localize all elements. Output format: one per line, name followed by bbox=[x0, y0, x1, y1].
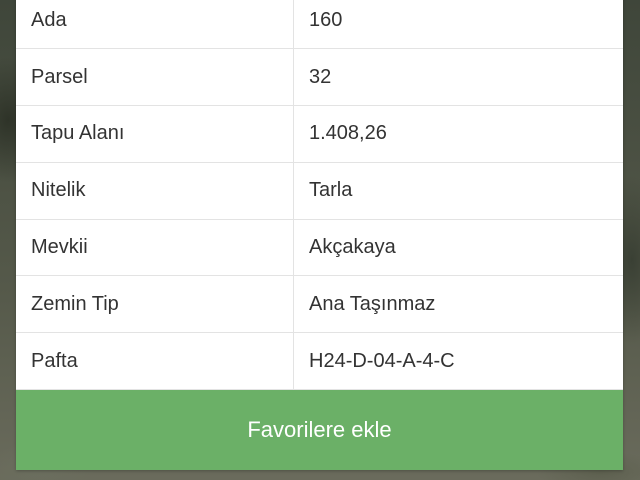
row-tapu-alani: Tapu Alanı 1.408,26 bbox=[16, 105, 623, 163]
row-mevkii: Mevkii Akçakaya bbox=[16, 219, 623, 277]
row-label: Nitelik bbox=[16, 162, 294, 220]
row-value: 1.408,26 bbox=[293, 105, 623, 163]
row-label: Parsel bbox=[16, 48, 294, 107]
add-to-favorites-button[interactable]: Favorilere ekle bbox=[16, 390, 623, 470]
row-parsel: Parsel 32 bbox=[16, 48, 623, 107]
row-nitelik: Nitelik Tarla bbox=[16, 162, 623, 220]
row-label: Zemin Tip bbox=[16, 275, 294, 334]
row-value: H24-D-04-A-4-C bbox=[293, 332, 623, 391]
row-ada: Ada 160 bbox=[16, 0, 623, 50]
row-pafta: Pafta H24-D-04-A-4-C bbox=[16, 332, 623, 391]
row-value: Ana Taşınmaz bbox=[293, 275, 623, 334]
row-value: 160 bbox=[293, 0, 623, 50]
parcel-info-table: Ada 160 Parsel 32 Tapu Alanı 1.408,26 Ni… bbox=[16, 0, 623, 391]
row-label: Pafta bbox=[16, 332, 294, 391]
row-label: Mevkii bbox=[16, 219, 294, 277]
row-value: 32 bbox=[293, 48, 623, 107]
row-value: Tarla bbox=[293, 162, 623, 220]
parcel-info-card: Ada 160 Parsel 32 Tapu Alanı 1.408,26 Ni… bbox=[16, 0, 623, 470]
row-label: Ada bbox=[16, 0, 294, 50]
row-value: Akçakaya bbox=[293, 219, 623, 277]
row-label: Tapu Alanı bbox=[16, 105, 294, 163]
row-zemin-tip: Zemin Tip Ana Taşınmaz bbox=[16, 275, 623, 334]
